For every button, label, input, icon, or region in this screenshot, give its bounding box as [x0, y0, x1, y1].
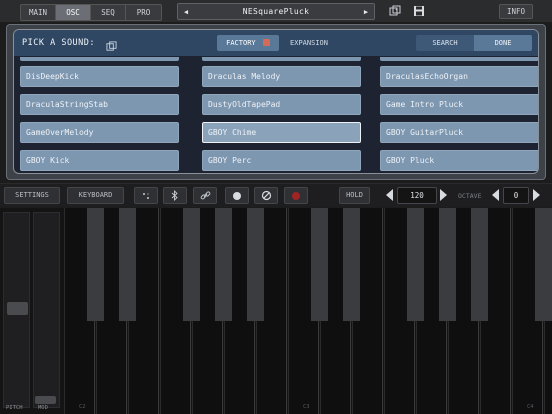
mod-label: MOD — [38, 405, 48, 411]
black-key[interactable] — [439, 208, 456, 321]
sound-browser-panel: PICK A SOUND: FACTORY EXPANSION SEARCH D… — [13, 29, 539, 174]
black-key[interactable] — [183, 208, 200, 321]
bluetooth-icon[interactable] — [163, 187, 187, 204]
octave-label: OCTAVE — [458, 192, 482, 200]
tab-seq[interactable]: SEQ — [91, 5, 126, 20]
factory-filter-tab[interactable]: FACTORY — [217, 35, 279, 51]
pitch-wheel-handle[interactable] — [7, 302, 28, 315]
scroll-peek-strip — [20, 57, 179, 61]
sound-item[interactable]: DustyOldTapePad — [202, 94, 361, 115]
octave-increase-button[interactable] — [533, 189, 540, 201]
tempo-value[interactable]: 120 — [397, 187, 437, 204]
keyboard-area: PITCH MOD C2 C3 C4 — [0, 208, 552, 414]
search-done-group: SEARCH DONE — [416, 35, 532, 51]
patch-name[interactable]: NESquarePluck — [194, 7, 358, 16]
scroll-peek-strip — [380, 57, 538, 61]
factory-label: FACTORY — [226, 39, 256, 47]
black-key[interactable] — [247, 208, 264, 321]
black-key[interactable] — [87, 208, 104, 321]
black-key[interactable] — [215, 208, 232, 321]
sound-item[interactable]: DraculaStringStab — [20, 94, 179, 115]
sound-item[interactable]: DraculasEchoOrgan — [380, 66, 538, 87]
dice-icon[interactable] — [106, 37, 117, 56]
settings-button[interactable]: SETTINGS — [4, 187, 60, 204]
expansion-filter-tab[interactable]: EXPANSION — [280, 35, 338, 51]
sound-browser: PICK A SOUND: FACTORY EXPANSION SEARCH D… — [6, 24, 546, 180]
scroll-peek-strip — [202, 57, 361, 61]
octave-marker-label: C4 — [527, 404, 534, 410]
tab-main[interactable]: MAIN — [21, 5, 56, 20]
tab-osc[interactable]: OSC — [56, 5, 91, 20]
patch-selector: ◀ NESquarePluck ▶ — [177, 3, 375, 20]
info-button[interactable]: INFO — [499, 4, 533, 19]
black-key[interactable] — [343, 208, 360, 321]
black-key[interactable] — [471, 208, 488, 321]
sound-item[interactable]: GBOY Kick — [20, 150, 179, 171]
pitch-label: PITCH — [6, 405, 23, 411]
black-key[interactable] — [535, 208, 552, 321]
save-icon[interactable] — [412, 4, 426, 18]
prev-patch-button[interactable]: ◀ — [178, 8, 194, 16]
sound-item[interactable]: GameOverMelody — [20, 122, 179, 143]
hold-button[interactable]: HOLD — [339, 187, 370, 204]
black-key[interactable] — [407, 208, 424, 321]
factory-badge-icon — [262, 39, 270, 46]
pitch-wheel[interactable] — [3, 212, 30, 408]
sound-item[interactable]: GBOY Pluck — [380, 150, 538, 171]
record-icon[interactable] — [225, 187, 249, 204]
keyboard-button[interactable]: KEYBOARD — [67, 187, 124, 204]
next-patch-button[interactable]: ▶ — [358, 8, 374, 16]
sound-item[interactable]: Draculas Melody — [202, 66, 361, 87]
mode-tabs: MAIN OSC SEQ PRO — [20, 4, 162, 21]
sound-item-selected[interactable]: GBOY Chime — [202, 122, 361, 143]
black-key[interactable] — [311, 208, 328, 321]
record-active-icon[interactable] — [284, 187, 308, 204]
sound-item[interactable]: DisDeepKick — [20, 66, 179, 87]
sound-item[interactable]: GBOY Perc — [202, 150, 361, 171]
piano-keys: C2 C3 C4 — [64, 208, 552, 414]
black-key[interactable] — [119, 208, 136, 321]
mod-wheel[interactable] — [33, 212, 60, 408]
sound-item[interactable]: Game Intro Pluck — [380, 94, 538, 115]
octave-value[interactable]: 0 — [503, 187, 529, 204]
octave-marker-label: C2 — [79, 404, 86, 410]
control-bar: SETTINGS KEYBOARD HOLD 120 OCTAVE 0 — [0, 183, 552, 207]
dots-icon[interactable] — [134, 187, 158, 204]
tempo-decrease-button[interactable] — [386, 189, 393, 201]
stop-icon[interactable] — [254, 187, 278, 204]
done-button[interactable]: DONE — [474, 35, 532, 51]
dice-icon[interactable] — [388, 4, 402, 18]
octave-decrease-button[interactable] — [492, 189, 499, 201]
link-icon[interactable] — [193, 187, 217, 204]
browser-header: PICK A SOUND: FACTORY EXPANSION SEARCH D… — [14, 30, 538, 56]
tab-pro[interactable]: PRO — [126, 5, 161, 20]
mod-wheel-handle[interactable] — [35, 396, 56, 404]
top-bar: MAIN OSC SEQ PRO ◀ NESquarePluck ▶ INFO — [0, 0, 552, 22]
search-button[interactable]: SEARCH — [416, 35, 474, 51]
tempo-increase-button[interactable] — [440, 189, 447, 201]
octave-marker-label: C3 — [303, 404, 310, 410]
pick-sound-title: PICK A SOUND: — [22, 38, 96, 48]
sound-item[interactable]: GBOY GuitarPluck — [380, 122, 538, 143]
